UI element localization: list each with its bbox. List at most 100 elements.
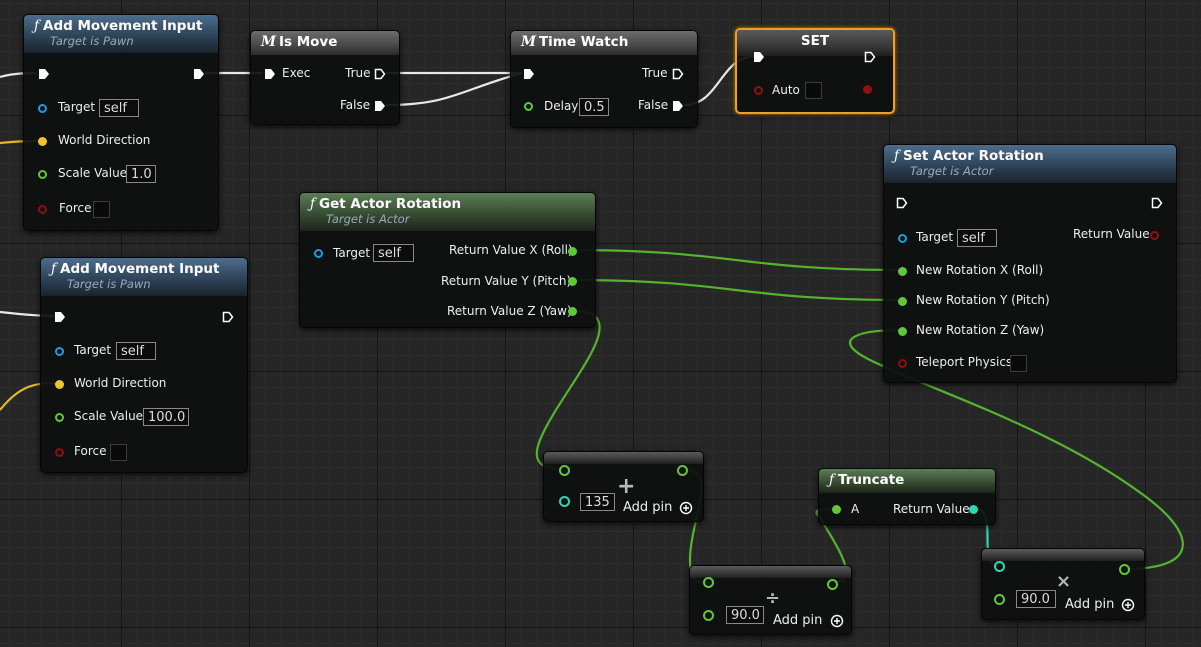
exec-label: Exec [282,66,311,80]
false-label: False [340,98,371,112]
false-exec-out-pin[interactable] [672,100,684,112]
output-pin[interactable] [1119,564,1130,575]
auto-checkbox[interactable] [805,82,822,99]
true-label: True [642,66,668,80]
add-symbol: + [617,474,636,499]
teleport-physics-pin[interactable] [898,359,907,368]
false-exec-out-pin[interactable] [374,100,386,112]
node-title: Time Watch [538,34,629,50]
world-direction-label: World Direction [58,133,151,147]
delay-field[interactable]: 0.5 [579,98,609,116]
multiply-float-node[interactable]: × 90.0 Add pin [981,548,1145,620]
return-x-pin[interactable] [568,247,577,256]
input-b-field[interactable]: 90.0 [726,606,764,624]
target-field[interactable]: self [116,342,156,360]
input-b-field[interactable]: 90.0 [1016,590,1056,608]
exec-wire-ismove-false [385,71,523,107]
new-rotation-y-pin[interactable] [898,297,907,306]
add-pin-icon[interactable] [830,614,844,628]
truncate-node[interactable]: ƒ Truncate A Return Value [818,468,996,525]
exec-out-pin[interactable] [193,68,205,80]
true-exec-out-pin[interactable] [672,68,684,80]
return-z-pin[interactable] [568,307,577,316]
exec-in-pin[interactable] [38,68,50,80]
target-field[interactable]: self [99,99,139,117]
divide-float-node[interactable]: ÷ 90.0 Add pin [689,565,852,635]
a-input-pin[interactable] [832,505,841,514]
output-pin[interactable] [677,465,688,476]
add-pin-label[interactable]: Add pin [1065,597,1114,612]
delay-pin[interactable] [524,102,533,111]
exec-out-pin[interactable] [864,51,876,63]
node-title: Add Movement Input [43,18,203,34]
return-x-label: Return Value X (Roll) [449,243,573,257]
time-watch-macro-node[interactable]: M Time Watch True Delay 0.5 False [510,30,698,128]
force-checkbox[interactable] [93,201,110,218]
target-field[interactable]: self [373,244,414,262]
get-actor-rotation-node[interactable]: ƒ Get Actor Rotation Target is Actor Targ… [299,192,596,328]
return-value-pin[interactable] [1150,231,1159,240]
node-header: ƒ Get Actor Rotation Target is Actor [300,193,595,231]
target-label: Target [333,246,371,260]
input-a-pin[interactable] [559,465,570,476]
function-icon: ƒ [34,18,39,34]
exec-out-pin[interactable] [1151,197,1163,209]
scale-value-field[interactable]: 100.0 [143,408,189,426]
add-float-node[interactable]: + 135 Add pin [543,451,704,522]
a-label: A [851,502,860,516]
new-rotation-z-label: New Rotation Z (Yaw) [916,323,1045,337]
input-b-pin[interactable] [703,610,714,621]
set-variable-node[interactable]: SET Auto [735,28,895,114]
new-rotation-x-pin[interactable] [898,267,907,276]
new-rotation-z-pin[interactable] [898,327,907,336]
exec-out-pin[interactable] [222,311,234,323]
scale-value-pin[interactable] [38,170,47,179]
teleport-physics-checkbox[interactable] [1010,355,1027,372]
input-a-pin[interactable] [994,561,1005,572]
add-pin-label[interactable]: Add pin [623,500,672,515]
set-actor-rotation-node[interactable]: ƒ Set Actor Rotation Target is Actor Targ… [883,144,1177,383]
target-field[interactable]: self [957,229,997,247]
exec-in-pin[interactable] [264,68,276,80]
true-exec-out-pin[interactable] [374,68,386,80]
return-value-label: Return Value [1073,227,1150,241]
return-y-pin[interactable] [568,277,577,286]
force-label: Force [74,444,107,458]
scale-value-field[interactable]: 1.0 [126,165,156,183]
world-direction-pin[interactable] [38,137,47,146]
output-pin[interactable] [827,579,838,590]
target-pin[interactable] [38,104,47,113]
node-title: Add Movement Input [60,261,220,277]
force-pin[interactable] [55,448,64,457]
target-pin[interactable] [898,234,907,243]
delay-label: Delay [544,99,579,113]
node-subtitle: Target is Pawn [67,277,151,291]
force-checkbox[interactable] [110,444,127,461]
add-movement-input-node-1[interactable]: ƒ Add Movement Input Target is Pawn Targe… [23,14,219,231]
target-pin[interactable] [55,347,64,356]
node-header: M Is Move [251,31,399,55]
add-pin-icon[interactable] [679,501,693,515]
target-pin[interactable] [314,249,323,258]
target-label: Target [916,230,954,244]
node-title: Get Actor Rotation [319,196,462,212]
target-label: Target [58,100,96,114]
add-pin-icon[interactable] [1121,598,1135,612]
force-pin[interactable] [38,205,47,214]
world-direction-pin[interactable] [55,380,64,389]
add-movement-input-node-2[interactable]: ƒ Add Movement Input Target is Pawn Targe… [40,257,248,473]
input-b-pin[interactable] [559,496,570,507]
return-value-pin[interactable] [969,505,978,514]
auto-out-pin[interactable] [863,85,872,94]
add-pin-label[interactable]: Add pin [773,613,822,628]
scale-value-pin[interactable] [55,413,64,422]
exec-in-pin[interactable] [523,68,535,80]
exec-in-pin[interactable] [54,311,66,323]
is-move-macro-node[interactable]: M Is Move Exec True False [250,30,400,125]
input-b-pin[interactable] [994,594,1005,605]
input-a-pin[interactable] [703,577,714,588]
exec-in-pin[interactable] [753,51,765,63]
auto-pin[interactable] [754,86,763,95]
input-b-field[interactable]: 135 [580,493,615,511]
exec-in-pin[interactable] [896,197,908,209]
